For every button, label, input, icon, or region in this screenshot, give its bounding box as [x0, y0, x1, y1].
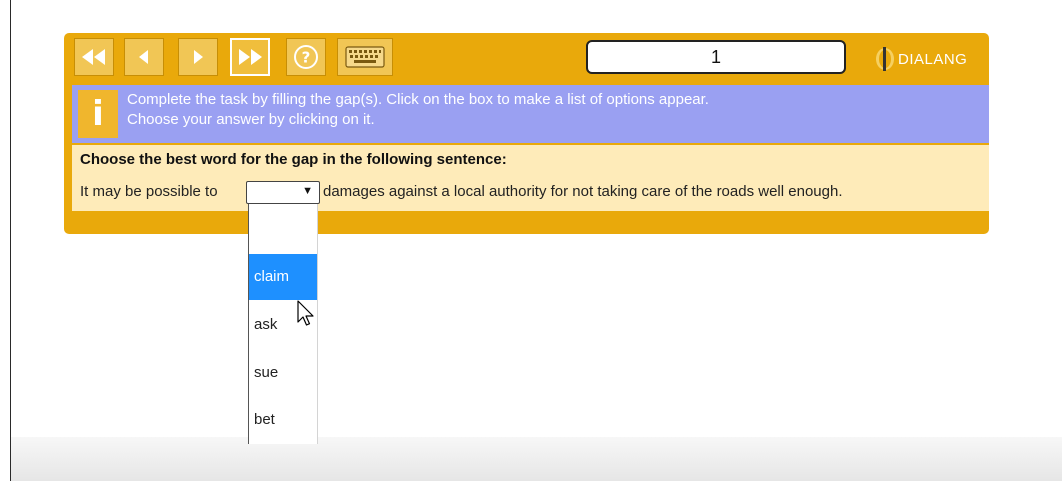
dialang-logo-icon	[876, 47, 894, 71]
option-blank[interactable]	[249, 211, 317, 257]
next-icon	[194, 50, 203, 64]
mouse-pointer-icon	[297, 300, 314, 326]
help-icon: ?	[294, 45, 318, 69]
instruction-text-line-2: Choose your answer by clicking on it.	[127, 111, 375, 128]
keyboard-button[interactable]	[337, 38, 393, 76]
help-glyph: ?	[302, 49, 311, 67]
previous-icon	[139, 50, 148, 64]
forward-button[interactable]	[230, 38, 270, 76]
next-button[interactable]	[178, 38, 218, 76]
info-icon: i	[78, 90, 118, 138]
page-number-field: 1	[586, 40, 846, 74]
first-page-button[interactable]	[74, 38, 114, 76]
instruction-text-line-1: Complete the task by filling the gap(s).…	[127, 91, 709, 108]
sentence-text-before-gap: It may be possible to	[80, 183, 218, 200]
dialang-logo: DIALANG	[874, 46, 967, 72]
forward-icon	[239, 49, 262, 65]
first-page-icon	[82, 49, 105, 65]
sentence-text-after-gap: damages against a local authority for no…	[323, 183, 843, 200]
help-button[interactable]: ?	[286, 38, 326, 76]
dropdown-arrow-icon: ▼	[302, 185, 313, 197]
option-claim[interactable]: claim	[249, 254, 317, 300]
task-heading: Choose the best word for the gap in the …	[80, 151, 507, 168]
frame-border	[10, 0, 11, 481]
previous-button[interactable]	[124, 38, 164, 76]
keyboard-icon	[345, 46, 385, 68]
logo-text: DIALANG	[898, 50, 968, 68]
bottom-bar	[11, 437, 1062, 481]
screen: ? 1 DIALANG i Complete the task by filli…	[0, 0, 1062, 481]
option-sue[interactable]: sue	[249, 350, 317, 396]
gap-select[interactable]: ▼	[246, 181, 320, 204]
option-bet[interactable]: bet	[249, 397, 317, 443]
